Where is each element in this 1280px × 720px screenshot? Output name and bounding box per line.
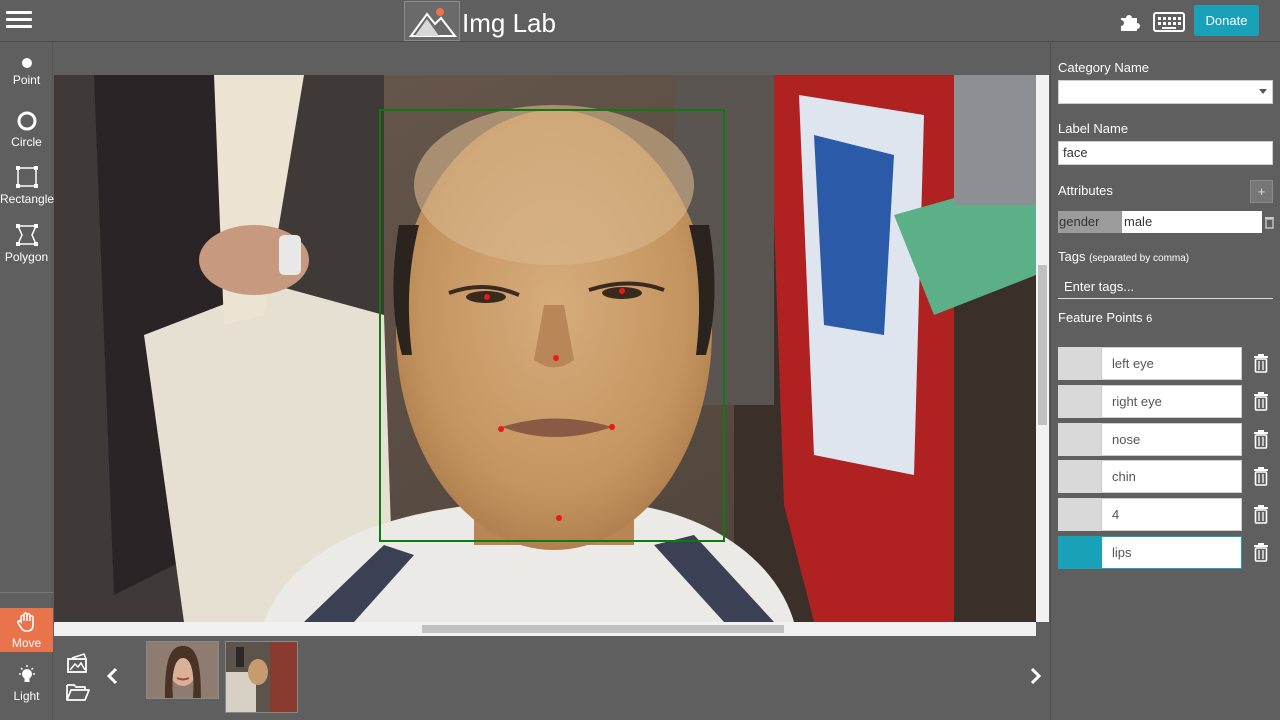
- attributes-label: Attributes: [1058, 183, 1113, 198]
- canvas-horizontal-scrollbar[interactable]: [54, 622, 1036, 636]
- feature-point-color-swatch[interactable]: [1058, 347, 1101, 380]
- feature-point-right-eye[interactable]: [619, 288, 625, 294]
- canvas-header-strip: [54, 42, 1049, 75]
- light-tool-label: Light: [13, 689, 40, 703]
- move-tool[interactable]: Move: [0, 608, 53, 652]
- feature-point-name-input[interactable]: left eye: [1101, 347, 1242, 380]
- tags-hint: (separated by comma): [1089, 253, 1190, 264]
- feature-point-row: lips: [1058, 536, 1274, 569]
- trash-icon[interactable]: [1264, 215, 1275, 229]
- label-properties-panel: Category Name Label Name face Attributes…: [1050, 42, 1280, 720]
- feature-point-name-input[interactable]: chin: [1101, 460, 1242, 494]
- add-attribute-button[interactable]: +: [1250, 180, 1273, 203]
- category-name-label: Category Name: [1058, 60, 1150, 75]
- trash-icon[interactable]: [1248, 536, 1274, 569]
- trash-icon[interactable]: [1248, 423, 1274, 456]
- canvas-vertical-scrollbar[interactable]: [1036, 75, 1049, 622]
- cooler-graphic: [814, 135, 894, 335]
- light-tool[interactable]: Light: [0, 664, 53, 708]
- feature-point-name-input[interactable]: 4: [1101, 498, 1242, 532]
- chevron-down-icon: [1259, 89, 1267, 94]
- circle-tool[interactable]: Circle: [0, 110, 53, 154]
- trash-icon[interactable]: [1248, 385, 1274, 418]
- hamburger-icon[interactable]: [6, 8, 32, 34]
- keyboard-icon[interactable]: [1153, 12, 1185, 32]
- point-icon: [21, 58, 32, 68]
- donate-button[interactable]: Donate: [1194, 5, 1259, 36]
- attribute-value-field[interactable]: male: [1122, 211, 1262, 233]
- rectangle-icon: [15, 166, 38, 188]
- chevron-left-icon[interactable]: [104, 666, 120, 686]
- bald-head: [414, 105, 694, 265]
- feature-point-nose[interactable]: [553, 355, 559, 361]
- tags-input[interactable]: Enter tags...: [1058, 277, 1273, 299]
- attribute-key-field[interactable]: gender: [1058, 211, 1122, 233]
- feature-point-color-swatch[interactable]: [1058, 498, 1101, 532]
- tags-heading: Tags (separated by comma): [1058, 249, 1189, 264]
- feature-point-color-swatch[interactable]: [1058, 460, 1101, 494]
- feature-point-name-input[interactable]: nose: [1101, 422, 1242, 456]
- label-name-label: Label Name: [1058, 121, 1129, 136]
- folder-open-icon[interactable]: [66, 682, 90, 702]
- vertical-scroll-thumb[interactable]: [1038, 265, 1047, 425]
- feature-point-4[interactable]: [498, 426, 504, 432]
- feature-point-color-swatch[interactable]: [1058, 384, 1101, 418]
- circle-icon: [17, 111, 36, 131]
- feature-points-heading: Feature Points 6: [1058, 310, 1152, 325]
- feature-points-count: 6: [1146, 313, 1153, 325]
- feature-point-lips[interactable]: [609, 424, 615, 430]
- polygon-tool-label: Polygon: [4, 250, 49, 264]
- feature-point-row: nose: [1058, 422, 1274, 456]
- thumbnail-street-scene[interactable]: [225, 641, 298, 713]
- rectangle-tool-label: Rectangle: [0, 192, 55, 206]
- annotation-image[interactable]: [54, 75, 1036, 622]
- horizontal-scroll-thumb[interactable]: [422, 625, 784, 633]
- polygon-icon: [15, 224, 38, 246]
- feature-point-color-swatch[interactable]: [1058, 536, 1101, 569]
- tool-sidebar: Point Circle Rectangle Polygon Move Ligh…: [0, 42, 55, 720]
- point-tool[interactable]: Point: [0, 56, 53, 98]
- feature-point-row: chin: [1058, 460, 1274, 494]
- wristwatch: [279, 235, 301, 275]
- feature-point-name-input[interactable]: right eye: [1101, 384, 1242, 418]
- app-title: Img Lab: [462, 8, 556, 38]
- thumbnail-woman-portrait[interactable]: [146, 641, 219, 699]
- toolbar-divider: [0, 592, 53, 593]
- image-logo-icon: [404, 1, 460, 41]
- trash-icon[interactable]: [1248, 347, 1274, 380]
- point-tool-label: Point: [12, 73, 41, 87]
- feature-point-row: left eye: [1058, 347, 1274, 380]
- chevron-right-icon[interactable]: [1028, 666, 1044, 686]
- trash-icon[interactable]: [1248, 498, 1274, 531]
- puzzle-icon[interactable]: [1118, 10, 1142, 34]
- image-filmstrip: [54, 636, 1049, 720]
- feature-points-label: Feature Points: [1058, 310, 1143, 325]
- feature-point-row: 4: [1058, 498, 1274, 532]
- image-canvas[interactable]: [54, 75, 1036, 622]
- move-tool-label: Move: [11, 636, 42, 650]
- feature-point-color-swatch[interactable]: [1058, 422, 1101, 456]
- top-bar: Img Lab Donate: [0, 0, 1280, 42]
- label-name-input[interactable]: face: [1058, 141, 1273, 165]
- feature-point-left-eye[interactable]: [484, 294, 490, 300]
- circle-tool-label: Circle: [11, 135, 42, 149]
- feature-point-chin[interactable]: [556, 515, 562, 521]
- trash-icon[interactable]: [1248, 460, 1274, 493]
- bag-right: [954, 75, 1036, 205]
- tags-label: Tags: [1058, 249, 1086, 264]
- lightbulb-icon: [18, 665, 35, 682]
- image-add-icon[interactable]: [66, 652, 90, 674]
- category-name-select[interactable]: [1058, 80, 1273, 104]
- feature-point-name-input[interactable]: lips: [1101, 536, 1242, 569]
- feature-point-row: right eye: [1058, 384, 1274, 418]
- rectangle-tool[interactable]: Rectangle: [0, 165, 55, 211]
- polygon-tool[interactable]: Polygon: [0, 223, 53, 269]
- hand-icon: [16, 612, 34, 632]
